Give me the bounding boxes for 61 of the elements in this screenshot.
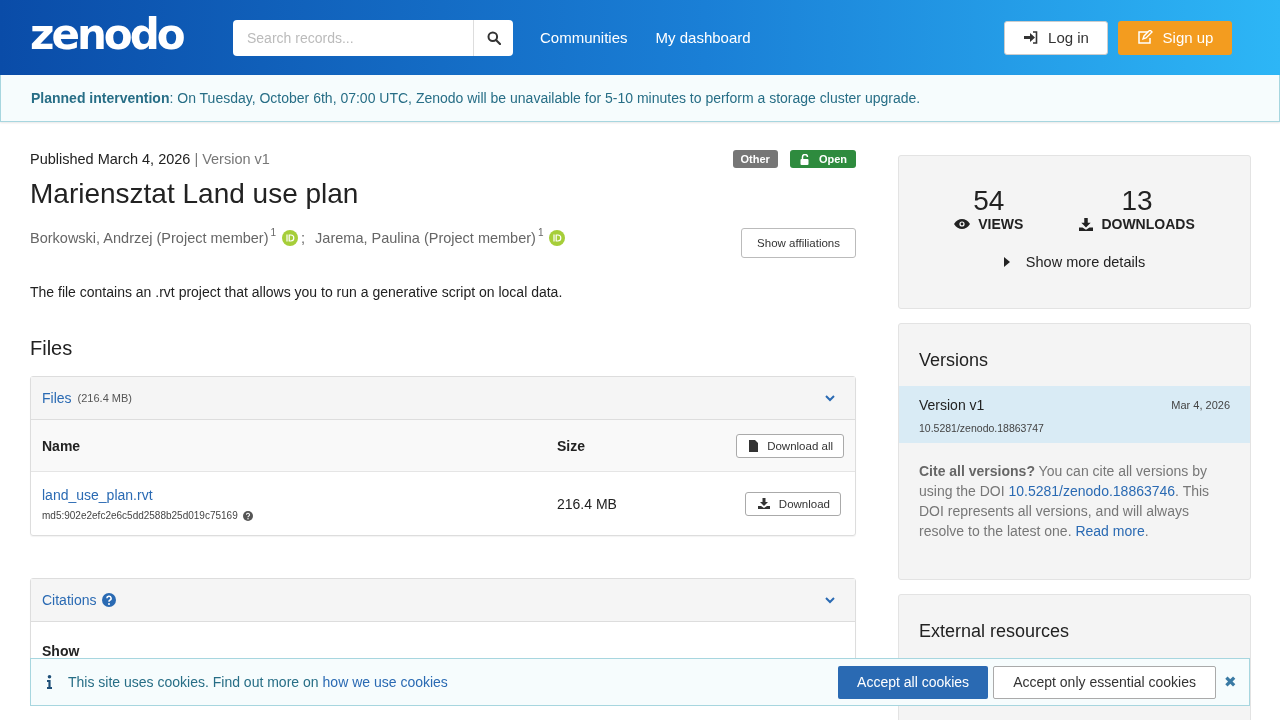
- chevron-icon[interactable]: [825, 596, 835, 604]
- downloads-count: 13: [1121, 187, 1153, 215]
- affiliation-number: 1: [537, 227, 544, 238]
- affiliation-number: 1: [270, 227, 277, 238]
- help-icon[interactable]: [242, 510, 253, 521]
- views-count: 54: [973, 187, 1005, 215]
- chevron-icon[interactable]: [825, 394, 835, 402]
- file-icon: [749, 439, 759, 452]
- files-size: (216.4 MB): [77, 392, 132, 404]
- download-icon: [757, 498, 770, 509]
- help-icon[interactable]: [102, 593, 117, 607]
- file-size: 216.4 MB: [557, 495, 618, 512]
- show-affiliations-button[interactable]: Show affiliations: [741, 227, 856, 258]
- search-icon: [486, 30, 501, 45]
- nav-link[interactable]: Communities: [540, 29, 628, 46]
- search-field[interactable]: Search records...: [233, 19, 473, 56]
- login-button[interactable]: Log in: [1004, 20, 1108, 55]
- section-heading: Files: [30, 337, 74, 360]
- file-link[interactable]: land_use_plan.rvt: [42, 487, 153, 503]
- views-label: VIEWS: [978, 216, 1024, 232]
- type-badge: Other: [732, 150, 778, 168]
- unlock-icon: [799, 153, 810, 165]
- cookie-policy-link[interactable]: how we use cookies: [322, 674, 448, 690]
- cite-note: Cite all versions? You can cite all versions by using the DOI 10.5281/zenodo.18863746. This DOI represents all versions, and will always resolve to the latest one. Read more.: [919, 462, 1211, 541]
- accept-all-button[interactable]: Accept all cookies: [838, 665, 989, 699]
- filter-label: Show: [42, 643, 80, 659]
- citations-toggle[interactable]: Citations: [42, 592, 97, 608]
- description: The file contains an .rvt project that allows you to run a generative script on local data.: [30, 284, 564, 300]
- access-badge: Open: [789, 150, 856, 168]
- cookie-text: This site uses cookies. Find out more on: [68, 674, 319, 690]
- divider-mark: |: [194, 151, 199, 167]
- logo[interactable]: zenodo: [30, 13, 190, 56]
- show-more-details-toggle[interactable]: Show more details: [1003, 254, 1146, 270]
- info-icon: [47, 675, 52, 689]
- card-title: External resources: [919, 621, 1071, 642]
- accept-essential-button[interactable]: Accept only essential cookies: [993, 665, 1216, 699]
- download-icon: [1079, 217, 1094, 231]
- version-item[interactable]: Version v1 Mar 4, 2026 10.5281/zenodo.18863747: [899, 386, 1250, 443]
- downloads-label: DOWNLOADS: [1101, 216, 1195, 232]
- read-more-link[interactable]: Read more: [1075, 523, 1145, 539]
- files-toggle[interactable]: Files: [42, 390, 72, 406]
- checksum: md5:902e2efc2e6c5dd2588b25d019c75169: [42, 510, 238, 521]
- card-title: Versions: [919, 350, 990, 371]
- creator-link[interactable]: Jarema, Paulina (Project member): [315, 230, 536, 246]
- sign-in-icon: [1023, 31, 1039, 44]
- creator-link[interactable]: Borkowski, Andrzej (Project member): [30, 230, 269, 246]
- close-button[interactable]: ✖: [1216, 673, 1245, 691]
- notice-text: Planned intervention: On Tuesday, October 6th, 07:00 UTC, Zenodo will be unavailable for 5-10 minutes to perform a storage cluster upgrade.: [31, 90, 921, 106]
- download-button[interactable]: Download: [744, 491, 841, 516]
- nav-link[interactable]: My dashboard: [655, 29, 751, 46]
- separator: ;: [301, 230, 306, 246]
- column-header: Size: [557, 437, 586, 454]
- eye-icon: [954, 219, 971, 229]
- search-button[interactable]: [473, 19, 513, 56]
- download-all-button[interactable]: Download all: [736, 433, 844, 458]
- edit-icon: [1136, 30, 1153, 45]
- record-title: Mariensztat Land use plan: [30, 178, 360, 210]
- caret-icon: [1003, 257, 1010, 267]
- column-header: Name: [42, 437, 82, 454]
- version-label: Version v1: [202, 151, 270, 167]
- publish-date: Published March 4, 2026: [30, 151, 191, 167]
